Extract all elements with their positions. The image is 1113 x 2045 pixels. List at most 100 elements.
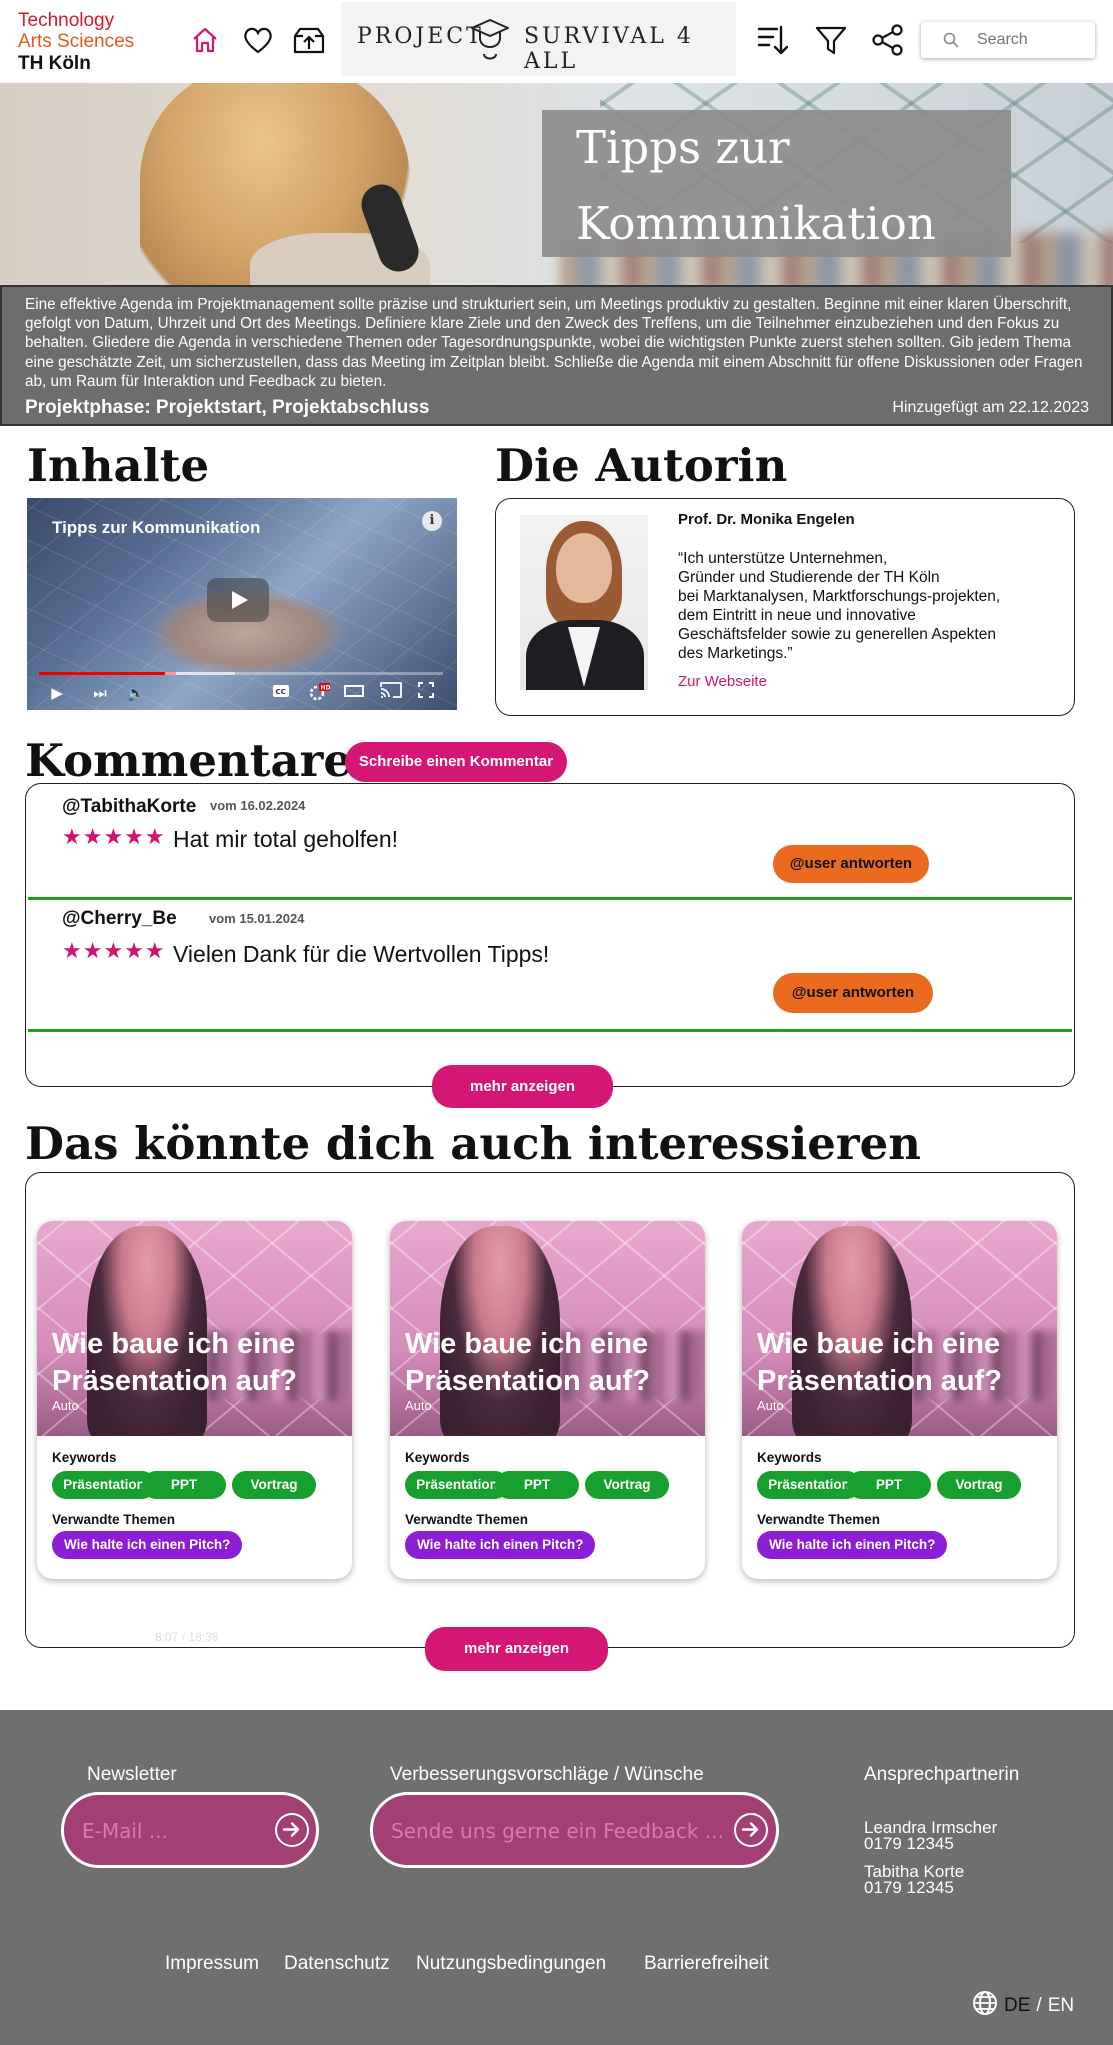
hero-title: Tipps zur Kommunikation xyxy=(542,110,1011,257)
comment-date: vom 16.02.2024 xyxy=(210,798,306,813)
contact-phone: 0179 12345 xyxy=(864,1878,954,1897)
next-icon[interactable]: ⏭ xyxy=(89,682,111,704)
search-input[interactable] xyxy=(975,30,1079,50)
newsletter-label: Newsletter xyxy=(87,1764,177,1785)
logo-line-th-koeln: TH Köln xyxy=(18,53,91,74)
show-more-related-button[interactable]: mehr anzeigen xyxy=(425,1627,608,1671)
fullscreen-icon[interactable] xyxy=(416,682,436,704)
captions-icon[interactable]: CC xyxy=(271,682,291,704)
play-icon[interactable]: ▶ xyxy=(47,682,67,704)
video-player[interactable]: Tipps zur Kommunikation i ▶ ⏭ 🔈 CC HD xyxy=(27,498,457,710)
author-website-link[interactable]: Zur Webseite xyxy=(678,673,767,690)
project-word: PROJECT xyxy=(357,24,484,49)
keyword-chip[interactable]: PPT xyxy=(142,1471,226,1499)
sort-icon[interactable] xyxy=(752,20,792,60)
contact-phone: 0179 12345 xyxy=(864,1834,954,1853)
related-card[interactable]: Wie baue ich eine Präsentation auf? Auto… xyxy=(390,1221,705,1579)
reply-button[interactable]: @user antworten xyxy=(773,845,929,883)
related-topic-chip[interactable]: Wie halte ich einen Pitch? xyxy=(757,1531,948,1559)
volume-icon[interactable]: 🔈 xyxy=(125,682,147,704)
content-heading: Inhalte xyxy=(27,439,210,492)
comment-user[interactable]: @Cherry_Be xyxy=(62,908,177,930)
footer-link-barrierefreiheit[interactable]: Barrierefreiheit xyxy=(644,1953,769,1975)
project-phase: Projektphase: Projektstart, Projektabsch… xyxy=(25,397,430,418)
keyword-chip[interactable]: Präsentation xyxy=(52,1471,156,1499)
related-card[interactable]: Wie baue ich eine Präsentation auf? Auto… xyxy=(742,1221,1057,1579)
related-topics-label: Verwandte Themen xyxy=(52,1512,176,1527)
submit-arrow-icon[interactable] xyxy=(734,1813,768,1847)
comments-box: @TabithaKorte vom 16.02.2024 ★★★★★ Hat m… xyxy=(25,783,1075,1087)
card-author: Auto xyxy=(405,1398,432,1413)
related-topics-label: Verwandte Themen xyxy=(405,1512,529,1527)
lang-en[interactable]: EN xyxy=(1048,1995,1074,2017)
reply-button[interactable]: @user antworten xyxy=(773,973,933,1013)
keyword-chip[interactable]: Präsentation xyxy=(405,1471,509,1499)
submit-arrow-icon[interactable] xyxy=(275,1813,309,1847)
contact-label: Ansprechpartnerin xyxy=(864,1764,1020,1785)
heart-icon[interactable] xyxy=(238,20,278,60)
related-topic-chip[interactable]: Wie halte ich einen Pitch? xyxy=(405,1531,596,1559)
keyword-chip[interactable]: PPT xyxy=(847,1471,931,1499)
related-topic-chip[interactable]: Wie halte ich einen Pitch? xyxy=(52,1531,243,1559)
footer-link-impressum[interactable]: Impressum xyxy=(165,1953,259,1975)
video-progress-bar[interactable] xyxy=(39,672,443,675)
card-title: Wie baue ich eine Präsentation auf? xyxy=(52,1328,297,1397)
graduation-cap-icon xyxy=(468,16,512,66)
show-more-comments-button[interactable]: mehr anzeigen xyxy=(432,1065,613,1108)
card-title: Wie baue ich eine Präsentation auf? xyxy=(757,1328,1002,1397)
write-comment-button[interactable]: Schreibe einen Kommentar xyxy=(345,742,567,782)
hero-title-line1: Tipps zur xyxy=(576,121,790,174)
feedback-input[interactable]: Sende uns gerne ein Feedback ... xyxy=(370,1792,779,1868)
keywords-label: Keywords xyxy=(405,1450,470,1465)
comment-divider xyxy=(28,1029,1072,1032)
comment-user[interactable]: @TabithaKorte xyxy=(62,796,196,818)
hero-title-line2: Kommunikation xyxy=(576,197,936,250)
search-box[interactable] xyxy=(921,22,1095,58)
keyword-chip[interactable]: Präsentation xyxy=(757,1471,861,1499)
comment-date: vom 15.01.2024 xyxy=(209,911,305,926)
lang-separator: / xyxy=(1036,1995,1042,2016)
hd-badge: HD xyxy=(321,685,331,692)
keywords-label: Keywords xyxy=(757,1450,822,1465)
video-title: Tipps zur Kommunikation xyxy=(52,518,261,537)
author-name: Prof. Dr. Monika Engelen xyxy=(678,511,855,528)
theater-mode-icon[interactable] xyxy=(343,682,365,704)
search-icon xyxy=(943,32,959,48)
settings-icon[interactable]: HD xyxy=(307,682,331,704)
feedback-label: Verbesserungsvorschläge / Wünsche xyxy=(390,1764,704,1785)
author-card: Prof. Dr. Monika Engelen “Ich unterstütz… xyxy=(495,498,1075,716)
play-overlay-button[interactable] xyxy=(207,578,269,622)
card-author: Auto xyxy=(52,1398,79,1413)
cast-icon[interactable] xyxy=(379,682,403,704)
keywords-label: Keywords xyxy=(52,1450,117,1465)
keyword-chip[interactable]: Vortrag xyxy=(937,1471,1021,1499)
keyword-chip[interactable]: PPT xyxy=(495,1471,579,1499)
info-icon[interactable]: i xyxy=(422,511,442,531)
footer-link-datenschutz[interactable]: Datenschutz xyxy=(284,1953,390,1975)
star-rating: ★★★★★ xyxy=(62,825,166,850)
description-text: Eine effektive Agenda im Projektmanageme… xyxy=(25,296,1083,390)
description-panel: Eine effektive Agenda im Projektmanageme… xyxy=(0,285,1113,426)
related-card[interactable]: Wie baue ich eine Präsentation auf? Auto… xyxy=(37,1221,352,1579)
home-icon[interactable] xyxy=(185,20,225,60)
upload-icon[interactable] xyxy=(289,20,329,60)
related-heading: Das könnte dich auch interessieren xyxy=(25,1117,921,1170)
footer-link-nutzungsbedingungen[interactable]: Nutzungsbedingungen xyxy=(416,1953,606,1975)
video-timestamp-ghost: 8:07 / 18:38 xyxy=(155,1630,219,1644)
share-icon[interactable] xyxy=(868,20,908,60)
comment-text: Vielen Dank für die Wertvollen Tipps! xyxy=(173,941,550,967)
author-quote: “Ich unterstütze Unternehmen, Gründer un… xyxy=(678,550,1001,662)
keyword-chip[interactable]: Vortrag xyxy=(232,1471,316,1499)
lang-de[interactable]: DE xyxy=(1004,1995,1030,2017)
language-switcher[interactable]: DE / EN xyxy=(972,1990,1074,2022)
contact-item: Leandra Irmscher 0179 12345 xyxy=(864,1819,997,1853)
video-buffer-bar xyxy=(165,672,235,675)
project-title-banner: PROJECT SURVIVAL 4 ALL xyxy=(341,2,736,76)
newsletter-input[interactable]: E-Mail ... xyxy=(61,1792,319,1868)
comments-heading: Kommentare xyxy=(25,734,352,787)
filter-icon[interactable] xyxy=(811,20,851,60)
keyword-chip[interactable]: Vortrag xyxy=(585,1471,669,1499)
svg-text:CC: CC xyxy=(276,688,286,696)
added-date: Hinzugefügt am 22.12.2023 xyxy=(892,399,1089,416)
contact-item: Tabitha Korte 0179 12345 xyxy=(864,1863,964,1897)
